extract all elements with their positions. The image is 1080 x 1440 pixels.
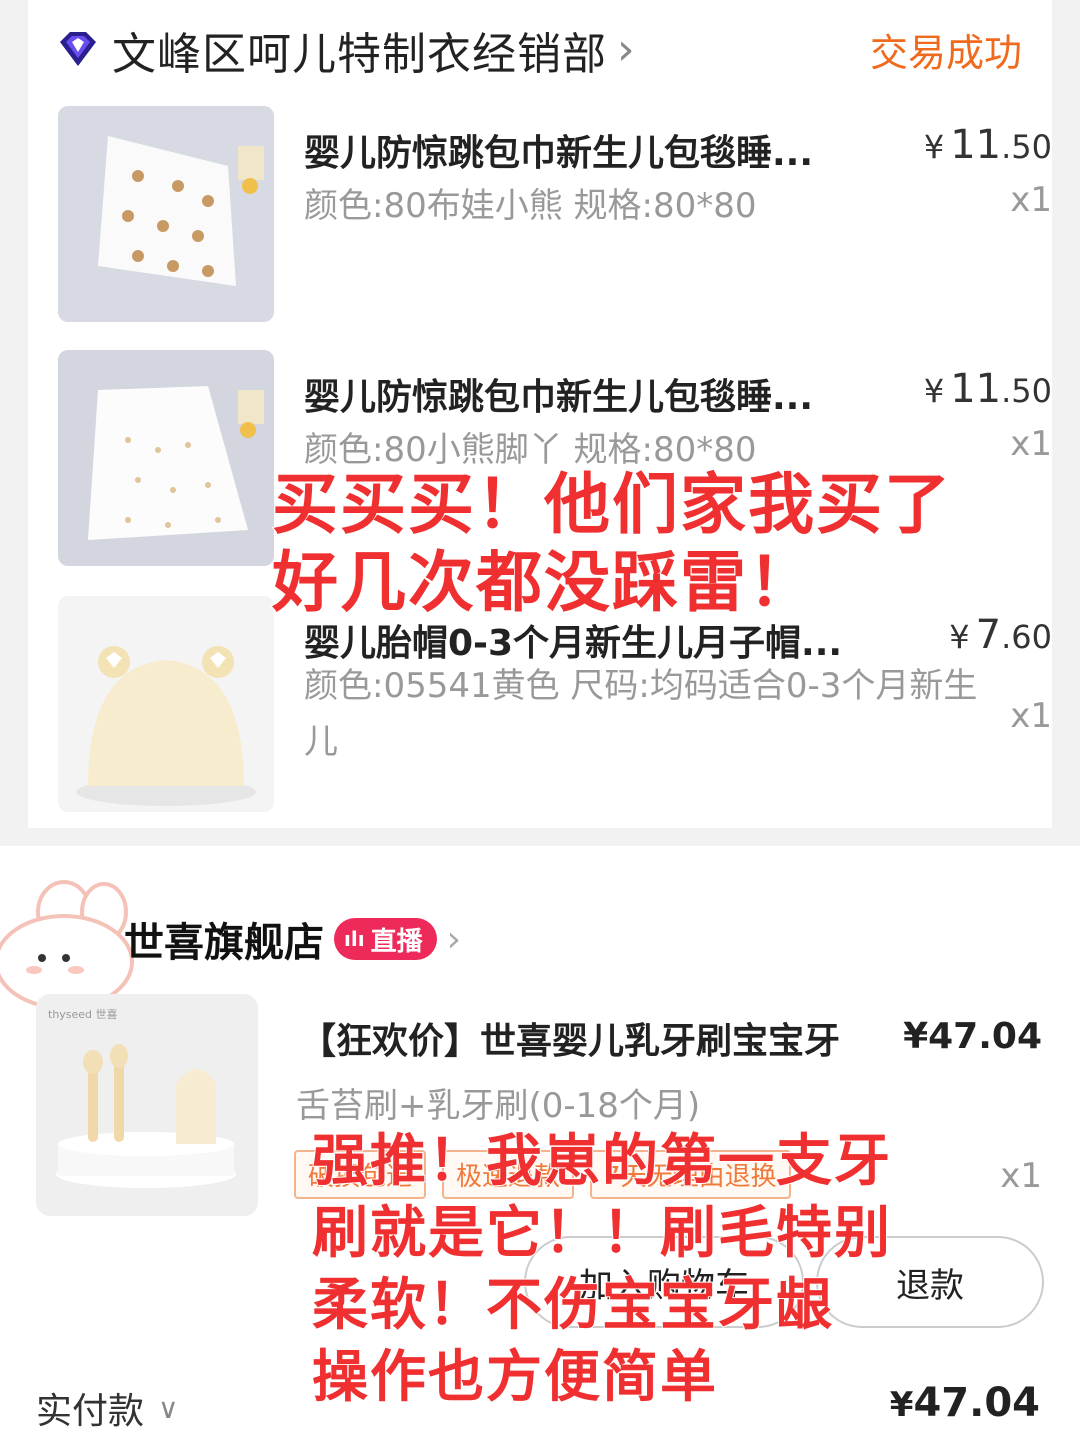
shop-name: 世喜旗舰店 (124, 920, 324, 966)
order-card-store1: 文峰区呵儿特制衣经销部 › 交易成功 婴儿防惊跳包巾新生儿包毯睡... ¥11.… (28, 0, 1052, 828)
chevron-down-icon: ∨ (158, 1391, 179, 1425)
product-spec: 颜色:05541黄色 尺码:均码适合0-3个月新生儿 (304, 666, 978, 762)
overlay-line: 买买买！他们家我买了 (271, 465, 952, 544)
product-quantity: x1 (1010, 424, 1052, 464)
order-item[interactable]: 婴儿防惊跳包巾新生儿包毯睡... ¥11.50 颜色:80布娃小熊 规格:80*… (58, 106, 1052, 322)
overlay-line: 好几次都没踩雷！ (271, 543, 816, 622)
overlay-line: 操作也方便简单 (311, 1344, 718, 1411)
order-item[interactable]: 婴儿胎帽0-3个月新生儿月子帽... ¥7.60 颜色:05541黄色 尺码:均… (58, 596, 1052, 812)
overlay-caption-bottom: 强推！我崽的第一支牙 刷就是它！！刷毛特别 柔软！不伤宝宝牙龈 操作也方便简单 (311, 1126, 932, 1414)
product-spec: 颜色:80布娃小熊 规格:80*80 (304, 186, 757, 226)
product-spec: 颜色:80小熊脚丫 规格:80*80 (304, 430, 757, 470)
product-image-baby-hat[interactable] (58, 596, 274, 812)
product-spec: 舌苔刷+乳牙刷(0-18个月) (296, 1086, 701, 1126)
product-price: ¥11.50 (923, 122, 1052, 168)
order-status: 交易成功 (869, 31, 1022, 75)
live-bars-icon: ılı (344, 927, 365, 951)
chevron-right-icon: › (446, 918, 461, 960)
live-badge[interactable]: ılı 直播 (334, 918, 437, 960)
chevron-right-icon: › (617, 24, 635, 75)
shop-name: 文峰区呵儿特制衣经销部 (112, 29, 607, 80)
overlay-line: 柔软！不伤宝宝牙龈 (311, 1272, 834, 1339)
product-image-toothbrush[interactable]: thyseed 世喜 (36, 994, 258, 1216)
overlay-line: 刷就是它！！刷毛特别 (311, 1200, 892, 1267)
product-quantity: x1 (1000, 1156, 1042, 1196)
shop2-header[interactable]: 世喜旗舰店 ılı 直播 › (124, 910, 461, 968)
svg-text:thyseed 世喜: thyseed 世喜 (48, 1008, 118, 1021)
product-title: 婴儿防惊跳包巾新生儿包毯睡... (304, 133, 814, 174)
product-quantity: x1 (1010, 696, 1052, 736)
paid-label: 实付款 (36, 1391, 145, 1432)
product-title: 婴儿防惊跳包巾新生儿包毯睡... (304, 377, 814, 418)
product-image-swaddle-footprint[interactable] (58, 350, 274, 566)
product-image-swaddle-bear[interactable] (58, 106, 274, 322)
overlay-line: 强推！我崽的第一支牙 (311, 1128, 892, 1195)
product-price: ¥47.04 (903, 1016, 1042, 1057)
product-price: ¥11.50 (923, 366, 1052, 412)
paid-amount-toggle[interactable]: 实付款 ∨ (36, 1382, 179, 1434)
shop-header[interactable]: 文峰区呵儿特制衣经销部 › (56, 18, 635, 82)
product-title: 【狂欢价】世喜婴儿乳牙刷宝宝牙 (300, 1021, 841, 1062)
diamond-icon (60, 32, 96, 66)
product-quantity: x1 (1010, 180, 1052, 220)
overlay-caption-top: 买买买！他们家我买了 好几次都没踩雷！ (271, 465, 1012, 622)
